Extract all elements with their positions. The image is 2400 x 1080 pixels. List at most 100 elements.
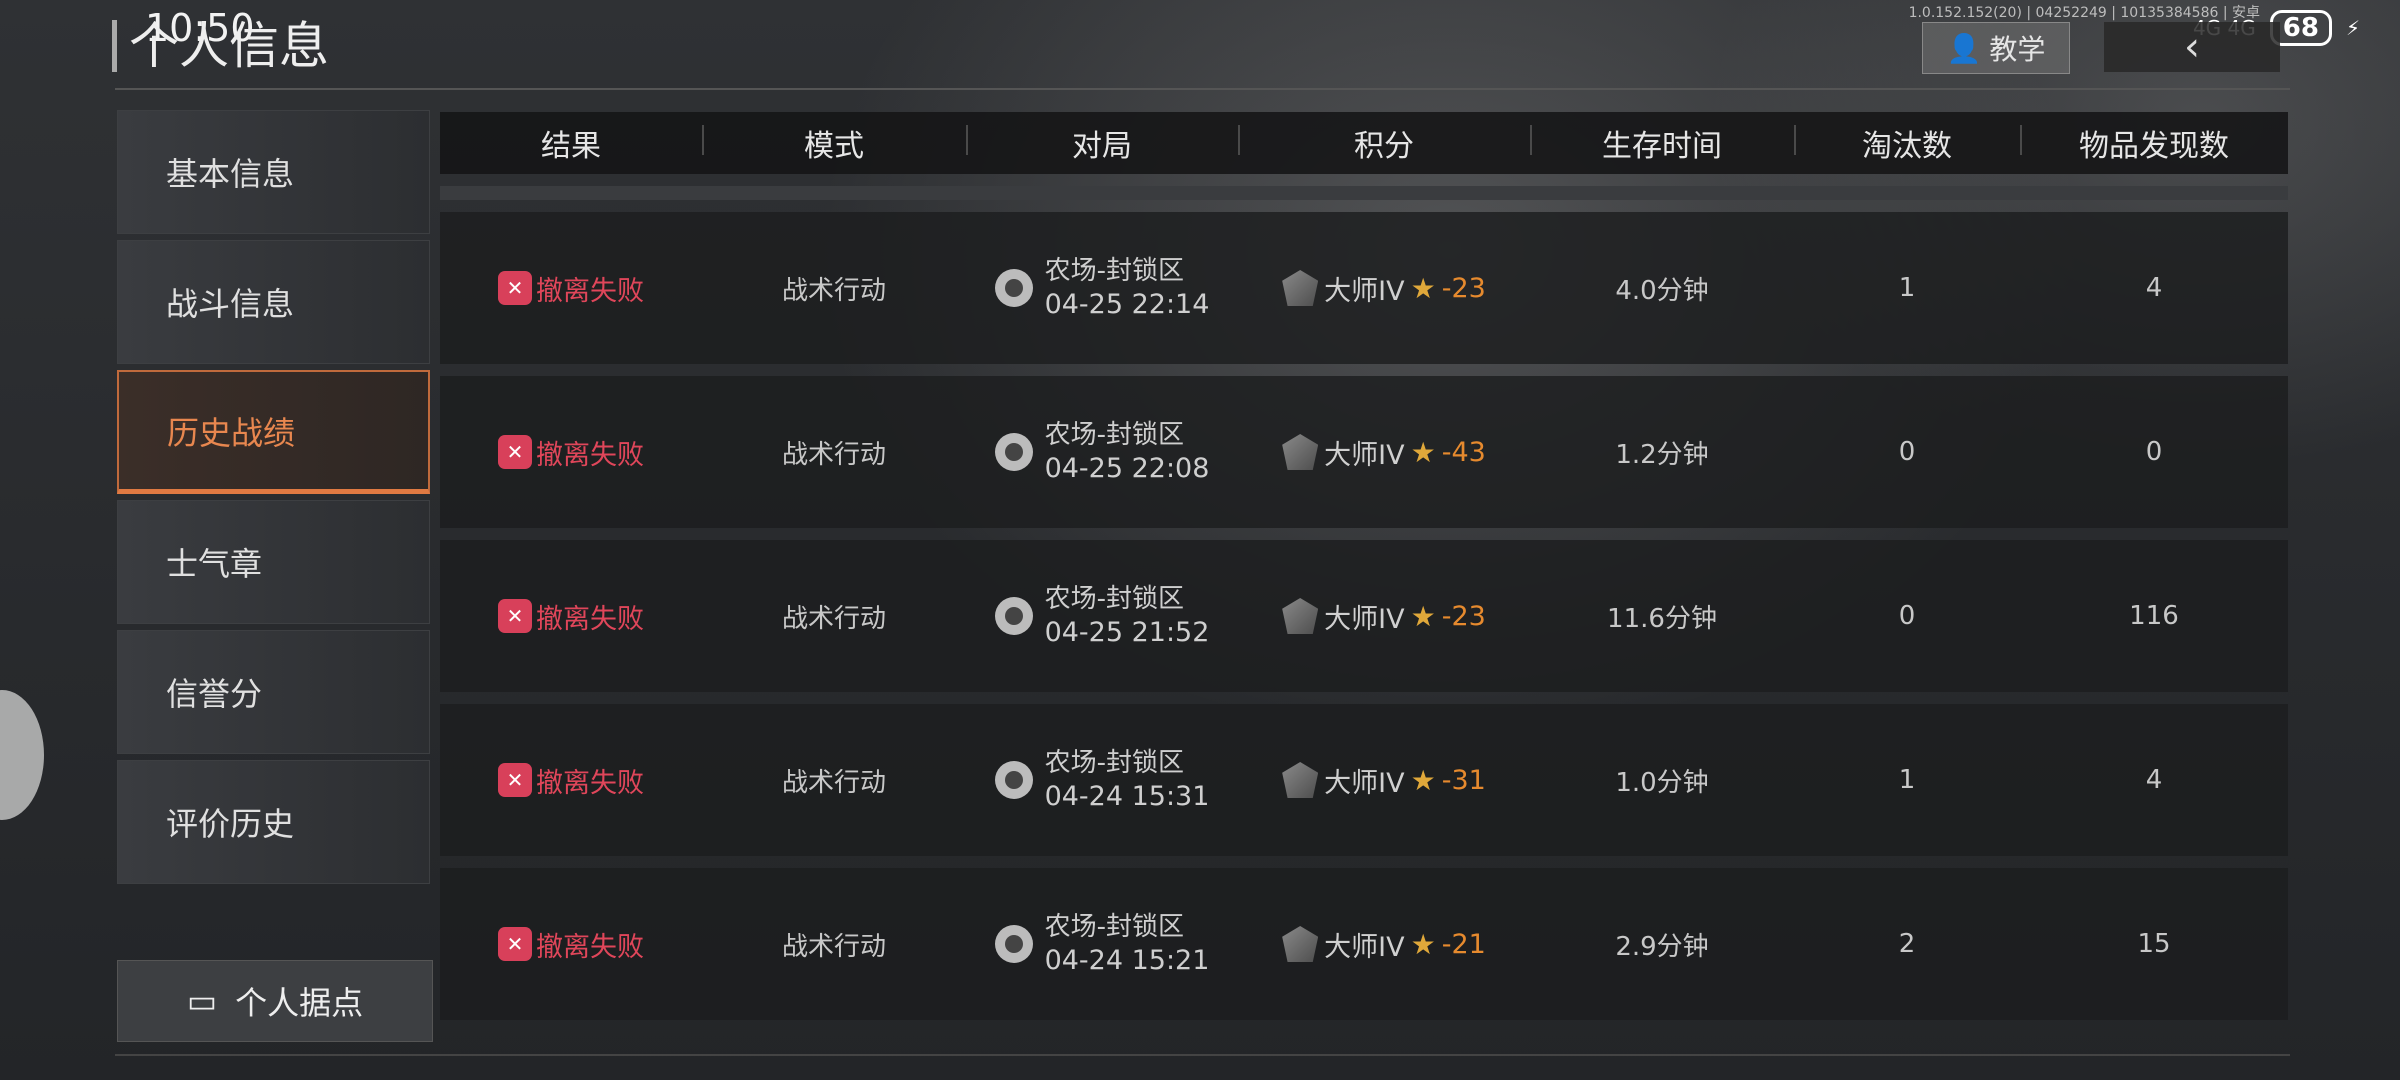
header-items-found: 物品发现数	[2020, 121, 2288, 165]
match-date: 04-24 15:31	[1044, 781, 1210, 812]
score-delta: -43	[1441, 436, 1486, 468]
sidebar-item-label: 信誉分	[166, 675, 263, 713]
mode-text: 战术行动	[781, 439, 886, 470]
fail-icon	[498, 599, 532, 633]
rank-text: 大师IV	[1324, 767, 1405, 799]
teacher-icon: 👤	[1946, 31, 1982, 65]
rank-text: 大师IV	[1324, 931, 1405, 963]
sidebar-item-reviews[interactable]: 评价历史	[117, 760, 430, 884]
sidebar-item-label: 士气章	[166, 545, 263, 583]
sidebar-item-morale[interactable]: 士气章	[117, 500, 430, 624]
table-header: 结果 模式 对局 积分 生存时间 淘汰数 物品发现数	[440, 112, 2288, 174]
header-eliminations: 淘汰数	[1794, 121, 2020, 165]
map-name: 农场-封锁区	[1044, 420, 1184, 450]
table-separator	[440, 186, 2288, 200]
sidebar-item-battle-info[interactable]: 战斗信息	[117, 240, 430, 364]
sidebar-item-credit[interactable]: 信誉分	[117, 630, 430, 754]
result-text: 撤离失败	[536, 931, 644, 963]
match-date: 04-25 22:08	[1044, 453, 1210, 484]
map-icon	[994, 597, 1033, 635]
items-found: 4	[2145, 765, 2163, 795]
table-row[interactable]: 撤离失败 战术行动 农场-封锁区04-24 15:21 大师IV★-21 2.9…	[440, 868, 2288, 1020]
fail-icon	[498, 763, 532, 797]
header-match: 对局	[966, 121, 1238, 165]
mode-text: 战术行动	[781, 767, 886, 798]
score-delta: -23	[1441, 272, 1486, 304]
star-icon: ★	[1410, 271, 1436, 305]
survival-time: 11.6分钟	[1607, 603, 1717, 634]
star-icon: ★	[1410, 435, 1436, 469]
survival-time: 1.2分钟	[1615, 439, 1709, 470]
rank-badge-icon	[1282, 270, 1319, 306]
charging-icon: ⚡	[2345, 16, 2360, 40]
footer-divider	[115, 1054, 2290, 1056]
rank-text: 大师IV	[1324, 275, 1405, 307]
eliminations: 1	[1898, 765, 1916, 795]
star-icon: ★	[1410, 927, 1436, 961]
header-survival-time: 生存时间	[1530, 121, 1794, 165]
map-name: 农场-封锁区	[1044, 748, 1184, 778]
eliminations: 2	[1898, 929, 1916, 959]
header-mode: 模式	[702, 121, 966, 165]
map-name: 农场-封锁区	[1044, 584, 1184, 614]
star-icon: ★	[1410, 599, 1436, 633]
map-icon	[994, 761, 1033, 799]
items-found: 116	[2129, 601, 2179, 631]
header-divider	[115, 88, 2290, 90]
score-delta: -23	[1441, 600, 1486, 632]
match-date: 04-25 22:14	[1044, 289, 1210, 320]
eliminations: 1	[1898, 273, 1916, 303]
sidebar-item-basic-info[interactable]: 基本信息	[117, 110, 430, 234]
sidebar-item-label: 评价历史	[166, 805, 295, 843]
header-score: 积分	[1238, 121, 1530, 165]
personal-base-button[interactable]: ▭ 个人据点	[117, 960, 433, 1042]
page-title: 个人信息	[112, 20, 329, 72]
result-text: 撤离失败	[536, 439, 644, 471]
mode-text: 战术行动	[781, 275, 886, 306]
sidebar-item-label: 基本信息	[166, 155, 295, 193]
rank-badge-icon	[1282, 762, 1319, 798]
survival-time: 2.9分钟	[1615, 931, 1709, 962]
map-name: 农场-封锁区	[1044, 912, 1184, 942]
table-row[interactable]: 撤离失败 战术行动 农场-封锁区04-25 22:14 大师IV★-23 4.0…	[440, 212, 2288, 364]
match-date: 04-24 15:21	[1044, 945, 1210, 976]
result-text: 撤离失败	[536, 275, 644, 307]
sidebar-item-label: 战斗信息	[166, 285, 295, 323]
fail-icon	[498, 435, 532, 469]
eliminations: 0	[1898, 601, 1916, 631]
teach-button[interactable]: 👤 教学	[1922, 22, 2070, 74]
history-table: 结果 模式 对局 积分 生存时间 淘汰数 物品发现数 撤离失败 战术行动 农场-…	[440, 112, 2288, 1020]
sidebar: 基本信息 战斗信息 历史战绩 士气章 信誉分 评价历史	[117, 110, 430, 890]
mode-text: 战术行动	[781, 931, 886, 962]
map-icon	[994, 433, 1033, 471]
rank-badge-icon	[1282, 926, 1319, 962]
items-found: 0	[2145, 437, 2163, 467]
chevron-left-icon: ‹	[2184, 24, 2200, 70]
map-icon	[994, 925, 1033, 963]
score-delta: -31	[1441, 764, 1486, 796]
rank-badge-icon	[1282, 598, 1319, 634]
result-text: 撤离失败	[536, 767, 644, 799]
sidebar-item-history[interactable]: 历史战绩	[117, 370, 430, 494]
header-result: 结果	[541, 129, 601, 164]
fail-icon	[498, 927, 532, 961]
table-row[interactable]: 撤离失败 战术行动 农场-封锁区04-25 21:52 大师IV★-23 11.…	[440, 540, 2288, 692]
base-button-label: 个人据点	[235, 984, 364, 1022]
map-icon	[994, 269, 1033, 307]
table-row[interactable]: 撤离失败 战术行动 农场-封锁区04-25 22:08 大师IV★-43 1.2…	[440, 376, 2288, 528]
base-icon: ▭	[186, 982, 218, 1020]
score-delta: -21	[1441, 928, 1486, 960]
back-button[interactable]: ‹	[2104, 22, 2280, 72]
table-row[interactable]: 撤离失败 战术行动 农场-封锁区04-24 15:31 大师IV★-31 1.0…	[440, 704, 2288, 856]
mode-text: 战术行动	[781, 603, 886, 634]
survival-time: 1.0分钟	[1615, 767, 1709, 798]
map-name: 农场-封锁区	[1044, 256, 1184, 286]
teach-button-label: 教学	[1989, 33, 2046, 66]
items-found: 4	[2145, 273, 2163, 303]
eliminations: 0	[1898, 437, 1916, 467]
sidebar-item-label: 历史战绩	[167, 413, 296, 452]
items-found: 15	[2137, 929, 2171, 959]
result-text: 撤离失败	[536, 603, 644, 635]
match-date: 04-25 21:52	[1044, 617, 1210, 648]
rank-text: 大师IV	[1324, 603, 1405, 635]
